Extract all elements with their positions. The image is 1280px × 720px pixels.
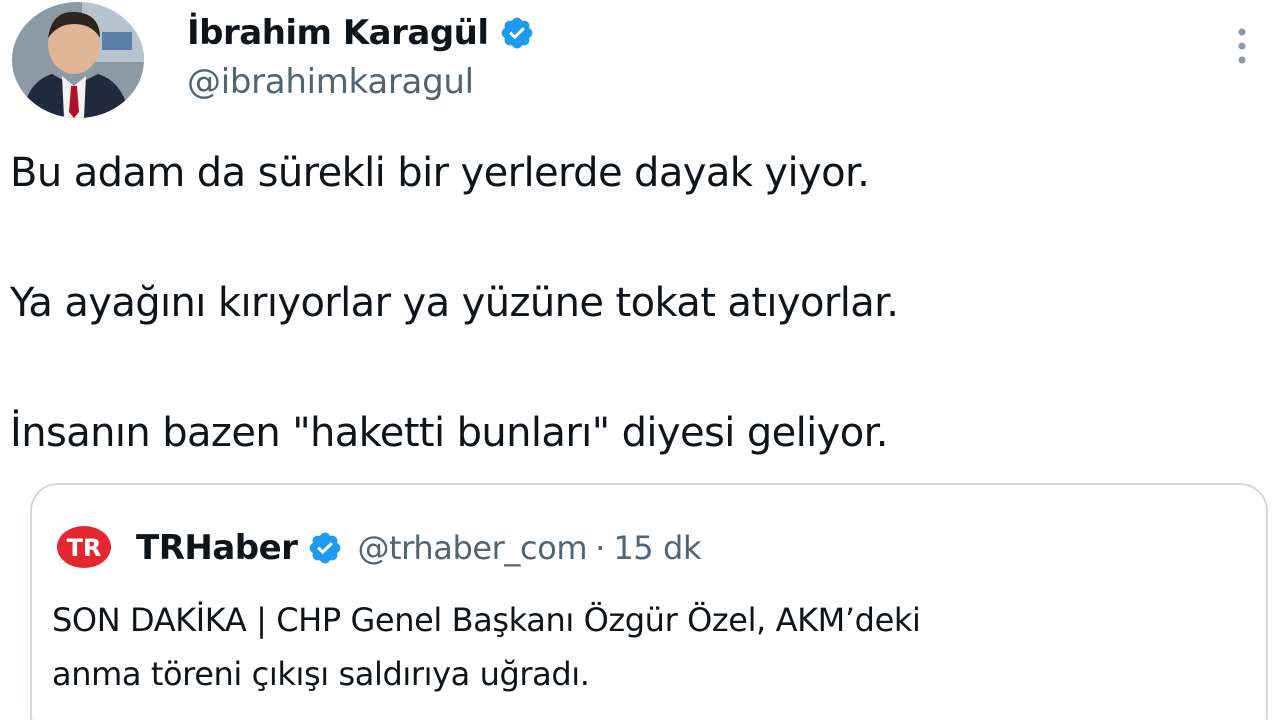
tweet: İbrahim Karagül @ibrahimkaragul Bu adam … <box>0 0 1280 720</box>
quoted-text-line: anma töreni çıkışı saldırıya uğradı. <box>52 655 590 693</box>
more-vertical-icon[interactable] <box>1228 24 1256 68</box>
quoted-text-line: SON DAKİKA | CHP Genel Başkanı Özgür Öze… <box>52 601 921 639</box>
verified-badge-icon <box>499 15 535 51</box>
quoted-handle[interactable]: @trhaber_com <box>357 529 587 567</box>
separator-dot: · <box>595 529 606 567</box>
tweet-text-line: Bu adam da sürekli bir yerlerde dayak yi… <box>10 150 870 196</box>
tweet-text-line: Ya ayağını kırıyorlar ya yüzüne tokat at… <box>10 280 899 326</box>
quoted-timestamp[interactable]: 15 dk <box>613 529 701 567</box>
verified-badge-icon <box>307 530 343 566</box>
author-avatar[interactable] <box>12 2 144 118</box>
svg-text:TR: TR <box>67 534 102 562</box>
author-handle[interactable]: @ibrahimkaragul <box>187 62 474 102</box>
tweet-text-line: İnsanın bazen "haketti bunları" diyesi g… <box>10 410 889 456</box>
quoted-header: TRHaber @trhaber_com · 15 dk <box>136 525 701 571</box>
author-name-row: İbrahim Karagül <box>187 8 535 58</box>
quoted-tweet-card[interactable]: TR TRHaber @trhaber_com · 15 dk SON DAKİ… <box>30 483 1268 720</box>
quoted-display-name[interactable]: TRHaber <box>136 528 298 568</box>
trhaber-logo-icon: TR <box>56 525 112 569</box>
author-display-name[interactable]: İbrahim Karagül <box>187 13 489 53</box>
